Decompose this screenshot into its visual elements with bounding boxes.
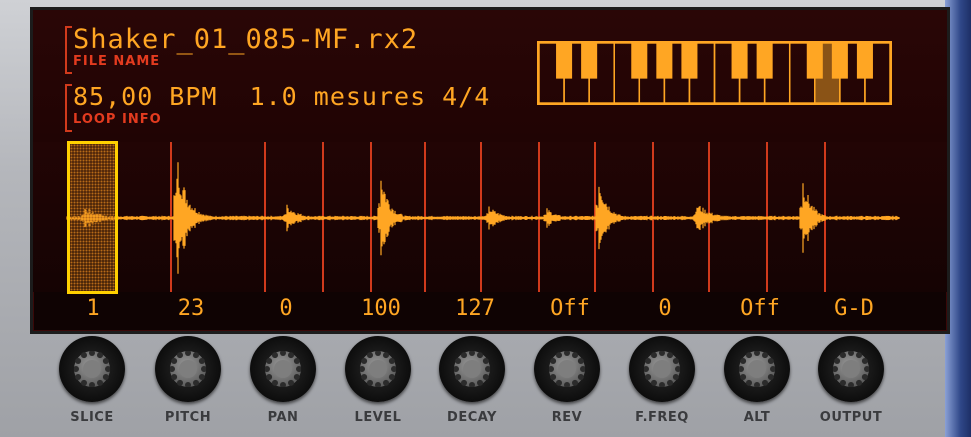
black-key[interactable] [831,43,848,79]
knob-grip-icon [73,350,111,388]
knob-cap [359,350,397,388]
black-key[interactable] [581,43,598,79]
knob-grip-icon [359,350,397,388]
black-key[interactable] [806,43,823,79]
knob-label-decay: DECAY [447,410,497,425]
output-knob[interactable] [818,336,884,402]
file-name-label: FILE NAME [73,54,161,69]
info-panel: Shaker_01_085-MF.rx2 FILE NAME 85,00 BPM… [33,10,947,142]
black-key[interactable] [731,43,748,79]
black-key[interactable] [856,43,873,79]
value-rev: Off [550,296,590,321]
knob-cap [643,350,681,388]
knob-cap [264,350,302,388]
knob-grip-icon [832,350,870,388]
knob-grip-icon [264,350,302,388]
value-decay: 127 [455,296,495,321]
keyboard-display[interactable] [537,41,892,105]
loop-info-bracket [65,84,72,132]
rev-knob[interactable] [534,336,600,402]
knob-label-pitch: PITCH [164,410,212,425]
selected-slice-highlight[interactable] [67,141,118,294]
knob-grip-icon [548,350,586,388]
decay-knob[interactable] [439,336,505,402]
value-alt: Off [740,296,780,321]
file-name: Shaker_01_085-MF.rx2 [73,24,419,55]
alt-knob[interactable] [724,336,790,402]
lcd-display: Shaker_01_085-MF.rx2 FILE NAME 85,00 BPM… [30,7,950,334]
file-name-bracket [65,26,72,74]
loop-info-label: LOOP INFO [73,112,162,127]
black-key[interactable] [656,43,673,79]
knob-cap [453,350,491,388]
knob-cap [169,350,207,388]
value-pan: 0 [279,296,293,321]
value-pitch: 23 [177,296,205,321]
waveform[interactable] [33,142,947,292]
knob-cap [548,350,586,388]
knob-grip-icon [738,350,776,388]
knob-cap [832,350,870,388]
pan-knob[interactable] [250,336,316,402]
knob-label-ffreq: F.FREQ [635,410,689,425]
slice-knob[interactable] [59,336,125,402]
slice-values-row: 1 23 0 100 127 Off 0 Off G-D [33,294,947,328]
value-slice: 1 [86,296,100,321]
black-key[interactable] [756,43,773,79]
value-level: 100 [361,296,401,321]
knob-grip-icon [453,350,491,388]
level-knob[interactable] [345,336,411,402]
black-key[interactable] [681,43,698,79]
knob-label-slice: SLICE [70,410,114,425]
black-key[interactable] [631,43,648,79]
waveform-path [66,162,900,274]
ffreq-knob[interactable] [629,336,695,402]
loop-info: 85,00 BPM 1.0 mesures 4/4 [73,82,491,111]
knob-label-rev: REV [551,410,583,425]
black-key[interactable] [556,43,573,79]
knob-label-level: LEVEL [354,410,402,425]
pitch-knob[interactable] [155,336,221,402]
knob-grip-icon [169,350,207,388]
knob-label-output: OUTPUT [819,410,883,425]
knob-grip-icon [643,350,681,388]
waveform-display[interactable] [33,142,947,292]
knob-label-pan: PAN [267,410,299,425]
knob-label-alt: ALT [743,410,771,425]
value-ffreq: 0 [658,296,672,321]
value-output: G-D [834,296,874,321]
knob-cap [738,350,776,388]
knob-cap [73,350,111,388]
